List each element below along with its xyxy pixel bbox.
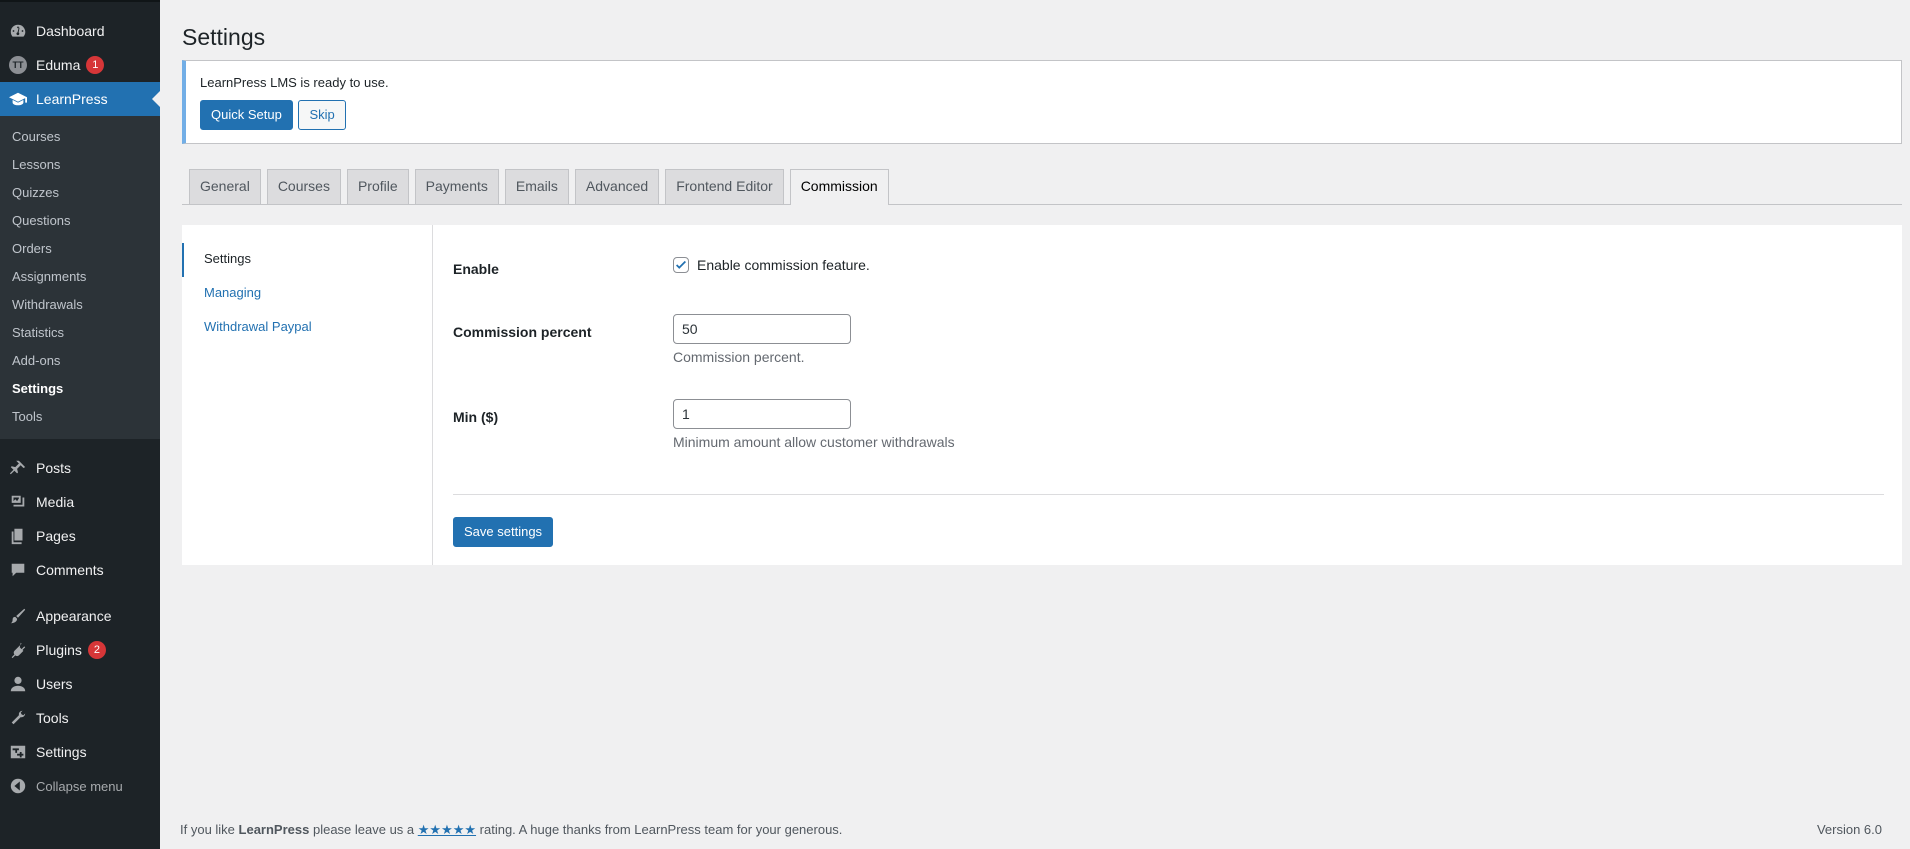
quick-setup-button[interactable]: Quick Setup [200, 100, 293, 130]
menu-tools[interactable]: Tools [0, 701, 160, 735]
footer-brand: LearnPress [238, 822, 310, 837]
admin-sidebar: Dashboard TT Eduma 1 LearnPress Courses … [0, 0, 160, 849]
submenu-item-assignments[interactable]: Assignments [0, 263, 160, 291]
footer-version: Version 6.0 [1816, 822, 1882, 837]
tab-emails[interactable]: Emails [504, 169, 569, 204]
menu-label: LearnPress [36, 91, 108, 107]
menu-plugins[interactable]: Plugins 2 [0, 633, 160, 667]
menu-media[interactable]: Media [0, 485, 160, 519]
commission-percent-input[interactable] [673, 314, 851, 344]
pages-icon [0, 527, 36, 545]
menu-appearance[interactable]: Appearance [0, 599, 160, 633]
settings-tabs: General Courses Profile Payments Emails … [182, 169, 1902, 205]
eduma-avatar-icon: TT [9, 56, 27, 74]
commission-form: Enable Enable commission feature. Commis… [433, 225, 1902, 565]
collapse-menu-button[interactable]: Collapse menu [0, 769, 160, 803]
rating-stars-link[interactable]: ★★★★★ [418, 822, 476, 837]
comment-bubble-icon [0, 561, 36, 579]
skip-button[interactable]: Skip [298, 100, 346, 130]
menu-label: Media [36, 494, 75, 510]
menu-pages[interactable]: Pages [0, 519, 160, 553]
commission-percent-description: Commission percent. [673, 349, 805, 365]
save-settings-button[interactable]: Save settings [453, 517, 554, 547]
submenu-item-settings[interactable]: Settings [0, 375, 160, 403]
checkmark-icon [676, 260, 686, 269]
dashboard-icon [0, 22, 36, 40]
menu-eduma[interactable]: TT Eduma 1 [0, 48, 160, 82]
media-icon [0, 493, 36, 511]
menu-label: Dashboard [36, 23, 105, 39]
subnav-settings[interactable]: Settings [182, 243, 432, 277]
menu-settings[interactable]: Settings [0, 735, 160, 769]
wrench-icon [0, 709, 36, 727]
footer-rating-text: If you like LearnPress please leave us a… [180, 822, 843, 837]
subnav-managing[interactable]: Managing [182, 277, 432, 311]
menu-learnpress[interactable]: LearnPress [0, 82, 160, 116]
menu-label: Collapse menu [36, 778, 123, 794]
paintbrush-icon [0, 607, 36, 625]
tab-courses[interactable]: Courses [266, 169, 341, 204]
enable-label: Enable [453, 261, 499, 277]
menu-label: Comments [36, 562, 104, 578]
enable-row: Enable Enable commission feature. [453, 251, 1882, 314]
tab-commission[interactable]: Commission [789, 169, 889, 205]
pushpin-icon [0, 459, 36, 477]
setup-notice: LearnPress LMS is ready to use. Quick Se… [182, 60, 1902, 144]
notice-text: LearnPress LMS is ready to use. [200, 75, 389, 90]
admin-footer: If you like LearnPress please leave us a… [180, 822, 1882, 838]
tab-profile[interactable]: Profile [346, 169, 409, 204]
menu-label: Users [36, 676, 73, 692]
submenu-item-lessons[interactable]: Lessons [0, 151, 160, 179]
learnpress-submenu: Courses Lessons Quizzes Questions Orders… [0, 116, 160, 439]
settings-sliders-icon [0, 743, 36, 761]
menu-dashboard[interactable]: Dashboard [0, 14, 160, 48]
notification-badge: 2 [87, 641, 106, 659]
menu-label: Tools [36, 710, 69, 726]
min-amount-description: Minimum amount allow customer withdrawal… [673, 434, 955, 450]
submenu-item-orders[interactable]: Orders [0, 235, 160, 263]
min-amount-input[interactable] [673, 399, 851, 429]
submenu-item-courses[interactable]: Courses [0, 123, 160, 151]
menu-label: Pages [36, 528, 76, 544]
menu-label: Eduma [36, 57, 81, 73]
enable-commission-text: Enable commission feature. [697, 257, 870, 273]
subnav-withdrawal-paypal[interactable]: Withdrawal Paypal [182, 311, 432, 345]
min-amount-label: Min ($) [453, 409, 499, 425]
menu-comments[interactable]: Comments [0, 553, 160, 587]
submenu-item-withdrawals[interactable]: Withdrawals [0, 291, 160, 319]
submenu-item-questions[interactable]: Questions [0, 207, 160, 235]
menu-label: Appearance [36, 608, 112, 624]
menu-label: Posts [36, 460, 72, 476]
enable-commission-checkbox[interactable] [673, 257, 689, 273]
tab-frontend-editor[interactable]: Frontend Editor [665, 169, 784, 204]
section-subnav: Settings Managing Withdrawal Paypal [182, 225, 433, 565]
collapse-arrow-icon [0, 777, 36, 795]
tab-general[interactable]: General [189, 169, 261, 204]
plug-icon [0, 641, 36, 659]
min-amount-row: Min ($) Minimum amount allow customer wi… [453, 399, 1882, 484]
submenu-item-quizzes[interactable]: Quizzes [0, 179, 160, 207]
main-content: Settings LearnPress LMS is ready to use.… [160, 0, 1910, 849]
menu-users[interactable]: Users [0, 667, 160, 701]
submenu-item-statistics[interactable]: Statistics [0, 319, 160, 347]
menu-label: Settings [36, 744, 87, 760]
tab-payments[interactable]: Payments [414, 169, 499, 204]
notification-badge: 1 [86, 56, 105, 74]
menu-label: Plugins [36, 642, 82, 658]
commission-percent-row: Commission percent Commission percent. [453, 314, 1882, 399]
commission-percent-label: Commission percent [453, 324, 592, 340]
menu-posts[interactable]: Posts [0, 451, 160, 485]
user-icon [0, 675, 36, 693]
graduation-cap-icon [0, 90, 36, 108]
page-title: Settings [182, 24, 266, 50]
submenu-item-tools[interactable]: Tools [0, 403, 160, 431]
settings-panel: Settings Managing Withdrawal Paypal Enab… [182, 225, 1902, 565]
tab-advanced[interactable]: Advanced [574, 169, 660, 204]
form-divider [453, 494, 1884, 495]
submenu-item-add-ons[interactable]: Add-ons [0, 347, 160, 375]
